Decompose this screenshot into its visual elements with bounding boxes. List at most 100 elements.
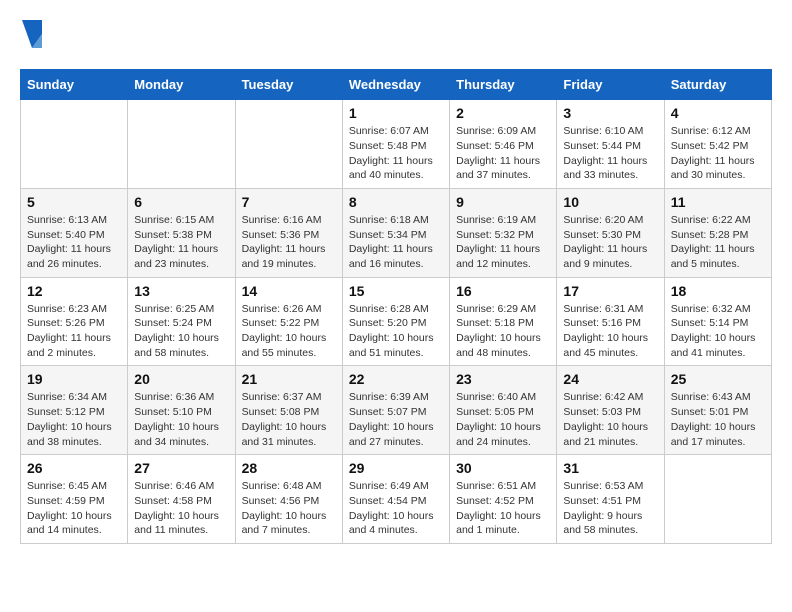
calendar-week-row: 5 Sunrise: 6:13 AM Sunset: 5:40 PM Daylig… (21, 188, 772, 277)
cell-content: Sunrise: 6:28 AM Sunset: 5:20 PM Dayligh… (349, 302, 443, 361)
calendar-cell: 23 Sunrise: 6:40 AM Sunset: 5:05 PM Dayli… (450, 366, 557, 455)
day-number: 14 (242, 283, 336, 299)
calendar-cell: 21 Sunrise: 6:37 AM Sunset: 5:08 PM Dayli… (235, 366, 342, 455)
calendar-cell: 13 Sunrise: 6:25 AM Sunset: 5:24 PM Dayli… (128, 277, 235, 366)
logo (20, 20, 42, 53)
day-number: 9 (456, 194, 550, 210)
cell-content: Sunrise: 6:10 AM Sunset: 5:44 PM Dayligh… (563, 124, 657, 183)
calendar-cell: 3 Sunrise: 6:10 AM Sunset: 5:44 PM Daylig… (557, 100, 664, 189)
cell-content: Sunrise: 6:43 AM Sunset: 5:01 PM Dayligh… (671, 390, 765, 449)
calendar-week-row: 19 Sunrise: 6:34 AM Sunset: 5:12 PM Dayli… (21, 366, 772, 455)
day-number: 7 (242, 194, 336, 210)
day-number: 3 (563, 105, 657, 121)
weekday-header-tuesday: Tuesday (235, 70, 342, 100)
calendar-cell (128, 100, 235, 189)
cell-content: Sunrise: 6:18 AM Sunset: 5:34 PM Dayligh… (349, 213, 443, 272)
calendar-cell: 6 Sunrise: 6:15 AM Sunset: 5:38 PM Daylig… (128, 188, 235, 277)
calendar-cell: 26 Sunrise: 6:45 AM Sunset: 4:59 PM Dayli… (21, 455, 128, 544)
calendar-cell: 5 Sunrise: 6:13 AM Sunset: 5:40 PM Daylig… (21, 188, 128, 277)
calendar-cell: 14 Sunrise: 6:26 AM Sunset: 5:22 PM Dayli… (235, 277, 342, 366)
calendar-cell: 18 Sunrise: 6:32 AM Sunset: 5:14 PM Dayli… (664, 277, 771, 366)
day-number: 30 (456, 460, 550, 476)
calendar-week-row: 26 Sunrise: 6:45 AM Sunset: 4:59 PM Dayli… (21, 455, 772, 544)
calendar-week-row: 1Sunrise: 6:07 AM Sunset: 5:48 PM Daylig… (21, 100, 772, 189)
day-number: 18 (671, 283, 765, 299)
calendar-cell (21, 100, 128, 189)
cell-content: Sunrise: 6:12 AM Sunset: 5:42 PM Dayligh… (671, 124, 765, 183)
calendar-cell: 2 Sunrise: 6:09 AM Sunset: 5:46 PM Daylig… (450, 100, 557, 189)
cell-content: Sunrise: 6:13 AM Sunset: 5:40 PM Dayligh… (27, 213, 121, 272)
day-number: 11 (671, 194, 765, 210)
day-number: 5 (27, 194, 121, 210)
cell-content: Sunrise: 6:48 AM Sunset: 4:56 PM Dayligh… (242, 479, 336, 538)
cell-content: Sunrise: 6:39 AM Sunset: 5:07 PM Dayligh… (349, 390, 443, 449)
day-number: 25 (671, 371, 765, 387)
day-number: 26 (27, 460, 121, 476)
calendar-cell: 22 Sunrise: 6:39 AM Sunset: 5:07 PM Dayli… (342, 366, 449, 455)
calendar-cell: 27Sunrise: 6:46 AM Sunset: 4:58 PM Dayli… (128, 455, 235, 544)
weekday-header-row: SundayMondayTuesdayWednesdayThursdayFrid… (21, 70, 772, 100)
calendar-cell: 16Sunrise: 6:29 AM Sunset: 5:18 PM Dayli… (450, 277, 557, 366)
day-number: 24 (563, 371, 657, 387)
calendar-table: SundayMondayTuesdayWednesdayThursdayFrid… (20, 69, 772, 544)
calendar-cell: 4Sunrise: 6:12 AM Sunset: 5:42 PM Daylig… (664, 100, 771, 189)
page-header (20, 20, 772, 53)
calendar-cell: 19 Sunrise: 6:34 AM Sunset: 5:12 PM Dayli… (21, 366, 128, 455)
cell-content: Sunrise: 6:09 AM Sunset: 5:46 PM Dayligh… (456, 124, 550, 183)
logo-icon (22, 20, 42, 48)
day-number: 19 (27, 371, 121, 387)
day-number: 17 (563, 283, 657, 299)
calendar-cell: 29 Sunrise: 6:49 AM Sunset: 4:54 PM Dayli… (342, 455, 449, 544)
weekday-header-friday: Friday (557, 70, 664, 100)
cell-content: Sunrise: 6:36 AM Sunset: 5:10 PM Dayligh… (134, 390, 228, 449)
day-number: 21 (242, 371, 336, 387)
cell-content: Sunrise: 6:34 AM Sunset: 5:12 PM Dayligh… (27, 390, 121, 449)
weekday-header-sunday: Sunday (21, 70, 128, 100)
calendar-cell: 25 Sunrise: 6:43 AM Sunset: 5:01 PM Dayli… (664, 366, 771, 455)
calendar-cell (235, 100, 342, 189)
weekday-header-wednesday: Wednesday (342, 70, 449, 100)
calendar-cell: 9 Sunrise: 6:19 AM Sunset: 5:32 PM Daylig… (450, 188, 557, 277)
cell-content: Sunrise: 6:46 AM Sunset: 4:58 PM Dayligh… (134, 479, 228, 538)
cell-content: Sunrise: 6:45 AM Sunset: 4:59 PM Dayligh… (27, 479, 121, 538)
day-number: 20 (134, 371, 228, 387)
day-number: 6 (134, 194, 228, 210)
calendar-cell: 24 Sunrise: 6:42 AM Sunset: 5:03 PM Dayli… (557, 366, 664, 455)
calendar-cell: 17Sunrise: 6:31 AM Sunset: 5:16 PM Dayli… (557, 277, 664, 366)
calendar-cell: 20 Sunrise: 6:36 AM Sunset: 5:10 PM Dayli… (128, 366, 235, 455)
weekday-header-saturday: Saturday (664, 70, 771, 100)
weekday-header-thursday: Thursday (450, 70, 557, 100)
cell-content: Sunrise: 6:49 AM Sunset: 4:54 PM Dayligh… (349, 479, 443, 538)
calendar-cell: 10Sunrise: 6:20 AM Sunset: 5:30 PM Dayli… (557, 188, 664, 277)
weekday-header-monday: Monday (128, 70, 235, 100)
day-number: 29 (349, 460, 443, 476)
day-number: 23 (456, 371, 550, 387)
cell-content: Sunrise: 6:25 AM Sunset: 5:24 PM Dayligh… (134, 302, 228, 361)
cell-content: Sunrise: 6:26 AM Sunset: 5:22 PM Dayligh… (242, 302, 336, 361)
cell-content: Sunrise: 6:42 AM Sunset: 5:03 PM Dayligh… (563, 390, 657, 449)
day-number: 12 (27, 283, 121, 299)
calendar-cell: 11 Sunrise: 6:22 AM Sunset: 5:28 PM Dayli… (664, 188, 771, 277)
day-number: 8 (349, 194, 443, 210)
calendar-cell: 15 Sunrise: 6:28 AM Sunset: 5:20 PM Dayli… (342, 277, 449, 366)
cell-content: Sunrise: 6:16 AM Sunset: 5:36 PM Dayligh… (242, 213, 336, 272)
calendar-cell: 12 Sunrise: 6:23 AM Sunset: 5:26 PM Dayli… (21, 277, 128, 366)
cell-content: Sunrise: 6:23 AM Sunset: 5:26 PM Dayligh… (27, 302, 121, 361)
day-number: 2 (456, 105, 550, 121)
day-number: 15 (349, 283, 443, 299)
day-number: 13 (134, 283, 228, 299)
cell-content: Sunrise: 6:22 AM Sunset: 5:28 PM Dayligh… (671, 213, 765, 272)
day-number: 28 (242, 460, 336, 476)
cell-content: Sunrise: 6:15 AM Sunset: 5:38 PM Dayligh… (134, 213, 228, 272)
cell-content: Sunrise: 6:51 AM Sunset: 4:52 PM Dayligh… (456, 479, 550, 538)
calendar-cell: 30 Sunrise: 6:51 AM Sunset: 4:52 PM Dayli… (450, 455, 557, 544)
cell-content: Sunrise: 6:07 AM Sunset: 5:48 PM Dayligh… (349, 124, 443, 183)
cell-content: Sunrise: 6:40 AM Sunset: 5:05 PM Dayligh… (456, 390, 550, 449)
cell-content: Sunrise: 6:19 AM Sunset: 5:32 PM Dayligh… (456, 213, 550, 272)
cell-content: Sunrise: 6:53 AM Sunset: 4:51 PM Dayligh… (563, 479, 657, 538)
cell-content: Sunrise: 6:29 AM Sunset: 5:18 PM Dayligh… (456, 302, 550, 361)
cell-content: Sunrise: 6:37 AM Sunset: 5:08 PM Dayligh… (242, 390, 336, 449)
day-number: 22 (349, 371, 443, 387)
cell-content: Sunrise: 6:32 AM Sunset: 5:14 PM Dayligh… (671, 302, 765, 361)
calendar-cell (664, 455, 771, 544)
